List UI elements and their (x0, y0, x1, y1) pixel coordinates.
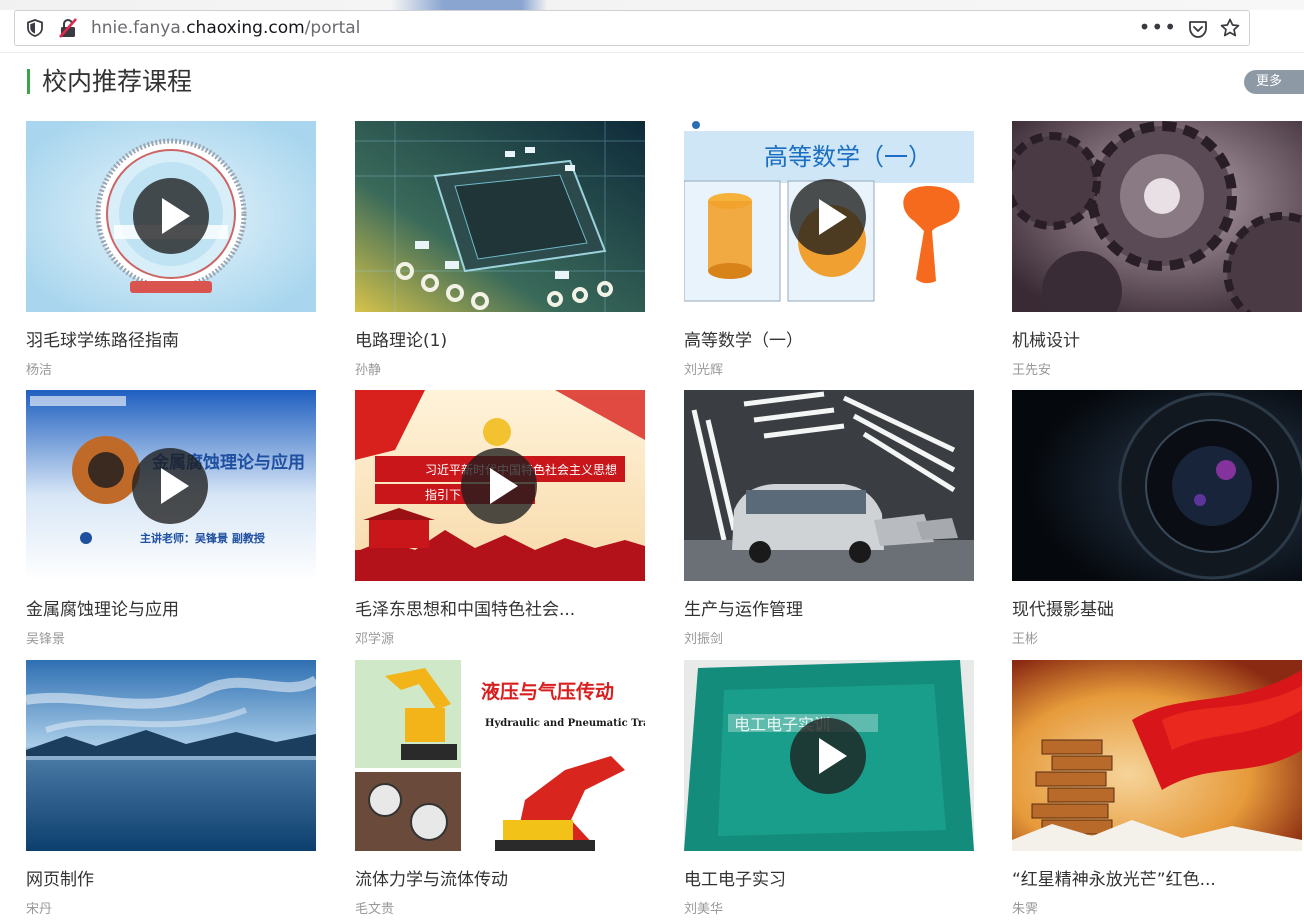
course-teacher: 朱霁 (1012, 902, 1039, 917)
course-title[interactable]: 流体力学与流体传动 (355, 865, 645, 890)
course-teacher: 宋丹 (26, 902, 53, 917)
course-teacher: 刘美华 (684, 902, 724, 917)
course-title[interactable]: 金属腐蚀理论与应用 (26, 595, 316, 620)
course-thumbnail[interactable] (1012, 660, 1302, 851)
url-host-prefix: hnie.fanya. (91, 18, 187, 38)
course-card[interactable]: 金属腐蚀理论与应用 主讲老师：吴锋景 副教授 金属腐蚀理论与应用 吴锋景 (26, 390, 316, 652)
course-thumbnail[interactable]: 高等数学（一） (684, 121, 974, 312)
course-card[interactable]: 习近平新时代中国特色社会主义思想 指引下 指引下 毛泽东思想和中国特色社会...… (355, 390, 645, 652)
course-card[interactable]: 网页制作 宋丹 (26, 660, 316, 922)
play-icon[interactable] (461, 448, 537, 524)
course-teacher: 王先安 (1012, 363, 1052, 378)
tracking-shield-icon[interactable] (25, 18, 45, 38)
course-thumbnail[interactable]: 习近平新时代中国特色社会主义思想 指引下 指引下 (355, 390, 645, 581)
course-title[interactable]: 生产与运作管理 (684, 595, 974, 620)
divider (0, 52, 1304, 53)
insecure-connection-icon[interactable] (57, 17, 79, 39)
course-card[interactable]: 电路理论(1) 孙静 (355, 121, 645, 383)
play-icon[interactable] (790, 718, 866, 794)
course-title[interactable]: 网页制作 (26, 865, 316, 890)
pocket-icon[interactable] (1187, 18, 1209, 40)
course-thumbnail[interactable] (26, 660, 316, 851)
svg-text:指引下: 指引下 (425, 487, 461, 502)
section-title: 校内推荐课程 (42, 67, 193, 96)
thumb-caption: 高等数学（一） (764, 143, 932, 171)
course-card[interactable]: 生产与运作管理 刘振剑 (684, 390, 974, 652)
course-title[interactable]: 羽毛球学练路径指南 (26, 326, 316, 351)
course-teacher: 刘振剑 (684, 632, 724, 647)
course-teacher: 孙静 (355, 363, 382, 378)
play-icon[interactable] (133, 178, 209, 254)
url-path: /portal (304, 18, 361, 38)
course-title[interactable]: 电工电子实习 (684, 865, 974, 890)
thumb-subcaption: 主讲老师：吴锋景 副教授 (140, 531, 266, 545)
course-card[interactable]: “红星精神永放光芒”红色... 朱霁 (1012, 660, 1302, 922)
course-thumbnail[interactable] (26, 121, 316, 312)
course-card[interactable]: 高等数学（一） 高等数学（一） 刘光辉 (684, 121, 974, 383)
course-thumbnail[interactable] (355, 121, 645, 312)
course-teacher: 邓学源 (355, 632, 395, 647)
url-host: chaoxing.com (186, 18, 305, 38)
course-thumbnail[interactable] (684, 390, 974, 581)
course-title[interactable]: 高等数学（一） (684, 326, 974, 351)
course-thumbnail[interactable]: 电工电子实训 (684, 660, 974, 851)
course-card[interactable]: 液压与气压传动 Hydraulic and Pneumatic Transmis… (355, 660, 645, 922)
thumb-subcaption: Hydraulic and Pneumatic Transmission (485, 718, 645, 729)
url-text[interactable]: hnie.fanya.chaoxing.com/portal (91, 18, 360, 38)
course-thumbnail[interactable]: 液压与气压传动 Hydraulic and Pneumatic Transmis… (355, 660, 645, 851)
course-teacher: 毛文贵 (355, 902, 395, 917)
course-thumbnail[interactable] (1012, 390, 1302, 581)
course-title[interactable]: 机械设计 (1012, 326, 1302, 351)
course-card[interactable]: 羽毛球学练路径指南 杨洁 (26, 121, 316, 383)
course-teacher: 杨洁 (26, 363, 53, 378)
course-teacher: 吴锋景 (26, 632, 66, 647)
browser-tab-strip (0, 0, 1304, 10)
play-icon[interactable] (790, 179, 866, 255)
course-title[interactable]: 现代摄影基础 (1012, 595, 1302, 620)
course-title[interactable]: 电路理论(1) (355, 326, 645, 351)
course-card[interactable]: 机械设计 王先安 (1012, 121, 1302, 383)
thumb-caption: 液压与气压传动 (481, 680, 614, 703)
play-icon[interactable] (132, 448, 208, 524)
address-bar[interactable]: hnie.fanya.chaoxing.com/portal ••• (14, 10, 1250, 46)
section-accent-bar (27, 69, 30, 94)
course-thumbnail[interactable] (1012, 121, 1302, 312)
course-title[interactable]: “红星精神永放光芒”红色... (1012, 865, 1302, 890)
course-thumbnail[interactable]: 金属腐蚀理论与应用 主讲老师：吴锋景 副教授 (26, 390, 316, 581)
course-card[interactable]: 电工电子实训 电工电子实习 刘美华 (684, 660, 974, 922)
course-teacher: 刘光辉 (684, 363, 724, 378)
course-card[interactable]: 现代摄影基础 王彬 (1012, 390, 1302, 652)
bookmark-star-icon[interactable] (1219, 17, 1241, 39)
page-actions-menu-icon[interactable]: ••• (1139, 15, 1177, 39)
more-button[interactable]: 更多 (1244, 70, 1304, 94)
course-title[interactable]: 毛泽东思想和中国特色社会... (355, 595, 645, 620)
course-teacher: 王彬 (1012, 632, 1039, 647)
